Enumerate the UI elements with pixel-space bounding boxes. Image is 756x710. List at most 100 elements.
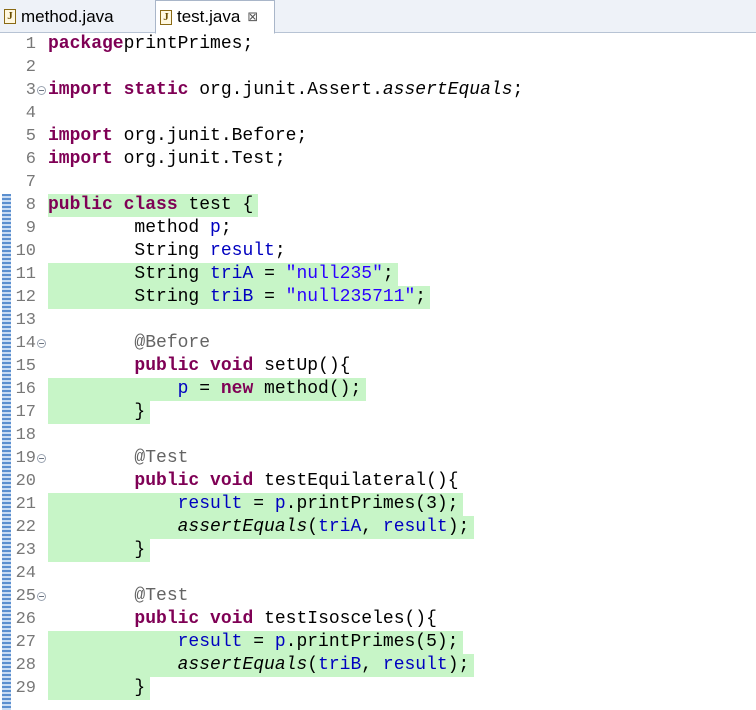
code-line[interactable]: 1 packageprintPrimes;: [0, 33, 756, 56]
code-text: import org.junit.Before;: [48, 126, 308, 146]
code-line[interactable]: 8 public class test {: [0, 194, 756, 217]
java-file-icon: J: [160, 9, 172, 25]
editor-tab-bar: J method.java J test.java ⊠: [0, 0, 756, 34]
line-number: 9: [25, 219, 36, 238]
code-token: @Test: [134, 448, 189, 468]
code-line[interactable]: 6 import org.junit.Test;: [0, 148, 756, 171]
code-line[interactable]: 21 result = p.printPrimes(3);: [0, 493, 756, 516]
code-line[interactable]: 18: [0, 424, 756, 447]
code-token: assertEquals: [177, 655, 308, 675]
fold-toggle-icon[interactable]: [37, 339, 46, 348]
code-line[interactable]: 17 }: [0, 401, 756, 424]
code-text: @Before: [48, 332, 210, 355]
code-line[interactable]: 14 @Before: [0, 332, 756, 355]
code-text: @Test: [48, 447, 188, 470]
code-line[interactable]: 15 public void setUp(){: [0, 355, 756, 378]
line-number: 17: [15, 403, 36, 422]
code-line[interactable]: 7: [0, 171, 756, 194]
fold-toggle-icon[interactable]: [37, 592, 46, 601]
code-line[interactable]: 9 method p;: [0, 217, 756, 240]
line-number: 14: [15, 334, 36, 353]
code-token: class: [123, 195, 178, 215]
line-number: 1: [25, 35, 36, 54]
code-text: public void testEquilateral(){: [134, 471, 459, 491]
tab-label: test.java: [177, 7, 241, 26]
code-text: public void testIsosceles(){: [134, 609, 437, 629]
close-tab-icon[interactable]: ⊠: [247, 9, 258, 25]
code-line[interactable]: 12 String triB = "null235711";: [0, 286, 756, 309]
line-number: 3: [25, 81, 36, 100]
code-line[interactable]: 26 public void testIsosceles(){: [0, 608, 756, 631]
code-token: package: [48, 34, 124, 54]
code-line[interactable]: 27 result = p.printPrimes(5);: [0, 631, 756, 654]
line-number: 13: [15, 311, 36, 330]
line-number: 18: [15, 426, 36, 445]
code-token: import: [48, 149, 113, 169]
line-number: 19: [15, 449, 36, 468]
code-text: import static org.junit.Assert.assertEqu…: [48, 80, 524, 100]
code-line[interactable]: 13: [0, 309, 756, 332]
code-line[interactable]: 10 String result;: [0, 240, 756, 263]
code-text: String result;: [134, 241, 286, 261]
fold-toggle-icon[interactable]: [37, 454, 46, 463]
code-line[interactable]: 3 import static org.junit.Assert.assertEq…: [0, 79, 756, 102]
code-token: triA: [210, 264, 254, 284]
line-number: 5: [25, 127, 36, 146]
code-token: import: [48, 80, 113, 100]
code-token: result: [382, 655, 448, 675]
code-line[interactable]: 22 assertEquals(triA, result);: [0, 516, 756, 539]
code-line[interactable]: 19 @Test: [0, 447, 756, 470]
tab-label: method.java: [21, 6, 114, 26]
code-text: String triA = "null235";: [134, 264, 394, 284]
code-line[interactable]: 4: [0, 102, 756, 125]
code-token: triA: [318, 517, 362, 537]
code-text: assertEquals(triA, result);: [177, 517, 470, 537]
code-token: result: [177, 494, 243, 514]
code-token: new: [220, 379, 254, 399]
code-line[interactable]: 11 String triA = "null235";: [0, 263, 756, 286]
line-number: 2: [25, 58, 36, 77]
code-line[interactable]: 5 import org.junit.Before;: [0, 125, 756, 148]
code-token: void: [210, 609, 254, 629]
fold-toggle-icon[interactable]: [37, 86, 46, 95]
line-number: 7: [25, 173, 36, 192]
code-line[interactable]: 2: [0, 56, 756, 79]
line-number: 6: [25, 150, 36, 169]
code-text: assertEquals(triB, result);: [177, 655, 470, 675]
code-line[interactable]: 25 @Test: [0, 585, 756, 608]
code-token: @Before: [134, 333, 211, 353]
code-line[interactable]: 20 public void testEquilateral(){: [0, 470, 756, 493]
code-text: packageprintPrimes;: [48, 34, 254, 54]
line-number: 12: [15, 288, 36, 307]
code-token: p: [177, 379, 189, 399]
line-number: 25: [15, 587, 36, 606]
code-line[interactable]: 29 }: [0, 677, 756, 700]
tab-method-java[interactable]: J method.java: [0, 0, 150, 33]
code-text: result = p.printPrimes(3);: [177, 494, 459, 514]
tab-test-java[interactable]: J test.java ⊠: [155, 0, 275, 34]
line-number: 16: [15, 380, 36, 399]
code-token: result: [210, 241, 275, 261]
line-number: 22: [15, 518, 36, 537]
code-token: "null235": [285, 264, 383, 284]
line-number: 21: [15, 495, 36, 514]
code-line[interactable]: 16 p = new method();: [0, 378, 756, 401]
code-text: public void setUp(){: [134, 356, 351, 376]
code-line[interactable]: 24: [0, 562, 756, 585]
code-token: p: [274, 494, 286, 514]
java-file-icon: J: [4, 9, 16, 24]
code-text: p = new method();: [177, 379, 362, 399]
code-text: }: [134, 540, 146, 560]
code-editor[interactable]: 1 packageprintPrimes; 2 3 import static org.…: [0, 33, 756, 710]
code-token: "null235711": [285, 287, 416, 307]
code-token: import: [48, 126, 113, 146]
code-token: result: [382, 517, 448, 537]
code-token: static: [123, 80, 189, 100]
code-token: assertEquals: [177, 517, 308, 537]
code-line[interactable]: 23 }: [0, 539, 756, 562]
code-token: assertEquals: [382, 80, 513, 100]
line-number: 8: [25, 196, 36, 215]
code-token: p: [274, 632, 286, 652]
code-line[interactable]: 28 assertEquals(triB, result);: [0, 654, 756, 677]
code-token: void: [210, 471, 254, 491]
